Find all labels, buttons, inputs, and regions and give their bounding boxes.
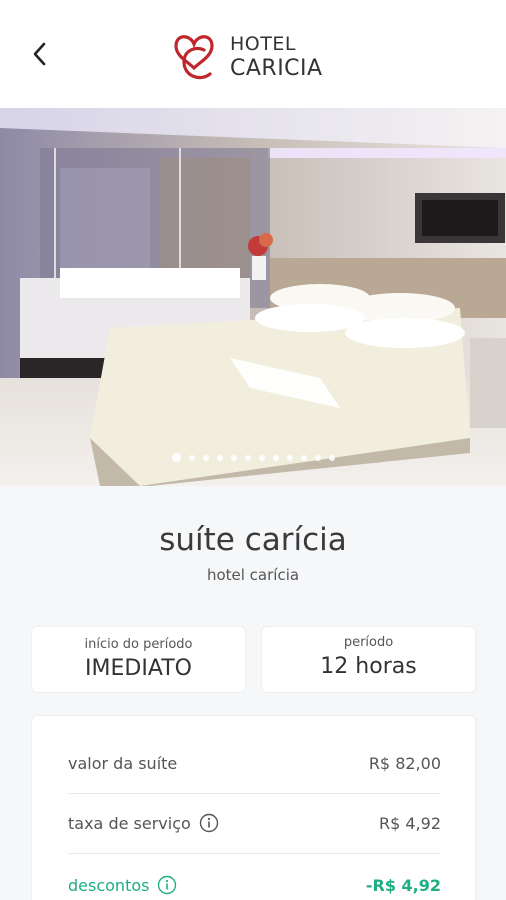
room-title: suíte carícia	[159, 522, 347, 558]
suite-price-row: valor da suíte R$ 82,00	[68, 754, 441, 773]
suite-price-label: valor da suíte	[68, 754, 178, 773]
discount-label: descontos	[68, 875, 150, 895]
period-value: 12 horas	[320, 654, 417, 679]
carousel-dot[interactable]	[258, 454, 265, 461]
period-start-label: início do período	[84, 637, 193, 652]
service-fee-row: taxa de serviço R$ 4,92	[68, 813, 441, 833]
carousel-dot[interactable]	[244, 454, 251, 461]
carousel-dot[interactable]	[188, 454, 195, 461]
hotel-name: hotel carícia	[206, 566, 300, 584]
carousel-dot[interactable]	[286, 454, 293, 461]
period-start-card: início do período IMEDIATO	[31, 626, 246, 693]
period-label: período	[343, 635, 394, 650]
carousel-dot[interactable]	[202, 454, 209, 461]
carousel-dot[interactable]	[328, 454, 335, 461]
discount-row: descontos -R$ 4,92	[68, 875, 441, 895]
period-start-value: IMEDIATO	[85, 656, 192, 681]
app-header: HOTEL CARICIA	[0, 0, 506, 108]
carousel-pagination	[0, 453, 506, 462]
suite-price-value: R$ 82,00	[368, 754, 441, 773]
service-fee-label: taxa de serviço	[68, 813, 191, 833]
period-card: período 12 horas	[261, 626, 476, 693]
carousel-dot[interactable]	[171, 453, 181, 462]
info-icon[interactable]	[199, 813, 219, 833]
price-summary-card: valor da suíte R$ 82,00 taxa de serviço …	[31, 715, 476, 900]
divider	[68, 793, 441, 794]
hotel-logo: HOTEL CARICIA	[170, 28, 323, 86]
divider	[68, 853, 441, 854]
back-button[interactable]	[24, 36, 56, 72]
carousel-dot[interactable]	[300, 454, 307, 461]
carousel-dot[interactable]	[230, 454, 237, 461]
carousel-dot[interactable]	[314, 454, 321, 461]
carousel-dot[interactable]	[216, 454, 223, 461]
info-icon[interactable]	[157, 875, 177, 895]
room-photo-carousel[interactable]	[0, 108, 506, 486]
logo-text-caricia: CARICIA	[230, 55, 323, 81]
chevron-left-icon	[33, 42, 46, 66]
discount-value: -R$ 4,92	[365, 875, 441, 895]
heart-logo-icon	[174, 35, 214, 80]
logo-text-hotel: HOTEL	[230, 32, 296, 55]
room-photo	[0, 108, 506, 486]
service-fee-value: R$ 4,92	[378, 813, 441, 833]
carousel-dot[interactable]	[272, 454, 279, 461]
